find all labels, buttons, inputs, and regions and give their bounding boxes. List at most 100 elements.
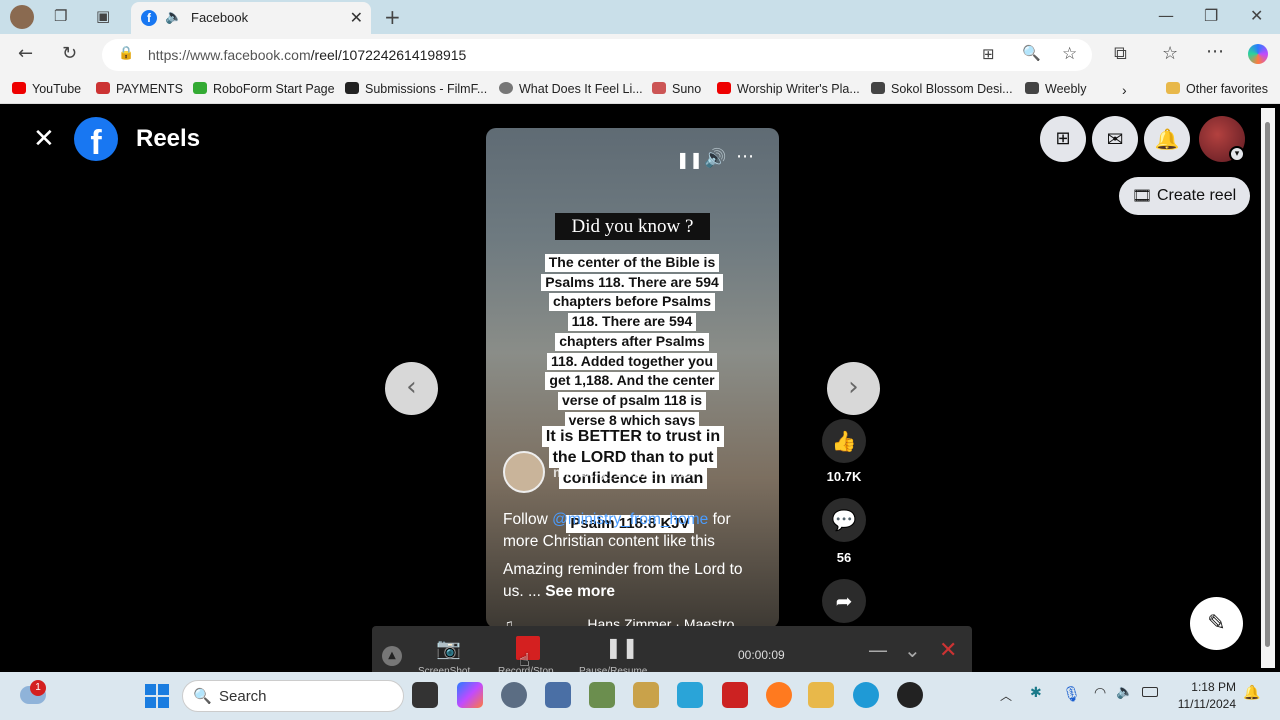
bookmark-youtube[interactable]: YouTube — [12, 82, 81, 96]
favorites-icon[interactable]: ☆ — [1162, 43, 1178, 64]
other-favorites[interactable]: Other favorites — [1166, 82, 1268, 96]
minimize-recorder-icon[interactable]: — — [868, 638, 888, 662]
close-recorder-icon[interactable]: ✕ — [939, 638, 957, 663]
notes-app-icon[interactable] — [545, 682, 571, 708]
bookmark-weebly[interactable]: Weebly — [1025, 82, 1086, 96]
clock-time[interactable]: 1:18 PM — [1172, 680, 1236, 694]
caption-line: chapters before Psalms — [549, 293, 715, 312]
compose-button[interactable]: ✎ — [1190, 597, 1243, 650]
extensions-icon[interactable]: ⧉ — [1114, 43, 1127, 64]
scrollbar-thumb[interactable] — [1265, 122, 1270, 647]
next-reel-button[interactable]: › — [827, 362, 880, 415]
profile-avatar[interactable] — [10, 5, 34, 29]
recording-timer: 00:00:09 — [738, 648, 785, 662]
like-button[interactable]: 👍 — [822, 419, 866, 463]
more-options-icon[interactable]: ⋯ — [736, 146, 754, 167]
collapse-up-icon[interactable]: ▲ — [382, 646, 402, 666]
search-icon: 🔍 — [193, 687, 212, 705]
close-reels-icon[interactable]: ✕ — [33, 124, 55, 154]
grammarly-icon[interactable] — [897, 682, 923, 708]
task-view-icon[interactable] — [412, 682, 438, 708]
facebook-favicon-icon: f — [141, 10, 157, 26]
minimize-icon[interactable]: — — [1158, 6, 1174, 25]
speaker-icon[interactable]: 🔈 — [165, 9, 182, 25]
camera-icon[interactable]: 📷 — [436, 636, 461, 660]
edge-browser-icon[interactable] — [853, 682, 879, 708]
author-name[interactable]: ministry_from_home — [553, 464, 691, 480]
copilot-icon[interactable] — [1248, 44, 1268, 64]
bookmark-sokol-blossom[interactable]: Sokol Blossom Desi... — [871, 82, 1013, 96]
account-chevron-icon[interactable]: ▾ — [1229, 146, 1245, 162]
messenger-icon[interactable]: ✉ — [1092, 116, 1138, 162]
reel-camera-icon: 🎞 — [1132, 188, 1153, 205]
refresh-icon[interactable]: ↻ — [62, 43, 77, 64]
volume-tray-icon[interactable]: 🔈 — [1116, 684, 1133, 700]
close-window-icon[interactable]: ✕ — [1250, 6, 1263, 25]
address-bar[interactable]: 🔒 https://www.facebook.com/reel/10722426… — [102, 39, 1092, 71]
suno-icon — [652, 82, 666, 94]
favorite-star-icon[interactable]: ☆ — [1062, 44, 1077, 64]
double-chevron-down-icon[interactable]: ⌄ — [904, 638, 921, 662]
taskbar: 1 🔍 Search ︿ ✱ 🎙 ◠ 🔈 1:18 PM 11/11/2024 … — [0, 672, 1280, 720]
url-domain: https://www.facebook.com — [148, 47, 311, 63]
like-count: 10.7K — [826, 469, 862, 484]
reel-video[interactable]: ❚❚ 🔊 ⋯ Did you know ? The center of the … — [486, 128, 779, 628]
pause-resume-icon[interactable]: ❚❚ — [605, 635, 639, 659]
bookmarks-bar: YouTube PAYMENTS RoboForm Start Page Sub… — [0, 76, 1280, 104]
notifications-bell-icon[interactable]: 🔔 — [1144, 116, 1190, 162]
tab-facebook[interactable]: f 🔈 Facebook ✕ — [131, 2, 371, 34]
previous-reel-button[interactable]: ‹ — [385, 362, 438, 415]
scrollbar[interactable] — [1261, 108, 1275, 668]
settings-gear-icon[interactable] — [501, 682, 527, 708]
notification-bell-icon[interactable]: 🔔 — [1243, 685, 1260, 701]
tab-actions-icon[interactable]: ▣ — [96, 7, 110, 25]
remote-desktop-icon[interactable] — [677, 682, 703, 708]
new-tab-icon[interactable]: + — [384, 5, 401, 29]
show-hidden-icons-chevron-icon[interactable]: ︿ — [1000, 687, 1012, 704]
menu-grid-icon[interactable]: ⊞ — [1040, 116, 1086, 162]
create-reel-button[interactable]: 🎞 Create reel — [1119, 177, 1250, 215]
pause-icon[interactable]: ❚❚ — [676, 150, 703, 169]
share-button[interactable]: ➦ — [822, 579, 866, 623]
bookmark-roboform[interactable]: RoboForm Start Page — [193, 82, 335, 96]
bookmark-suno[interactable]: Suno — [652, 82, 701, 96]
chevron-right-icon: › — [848, 372, 859, 402]
lock-icon[interactable]: 🔒 — [118, 46, 134, 61]
facebook-logo-icon[interactable]: f — [74, 117, 118, 161]
start-windows-icon[interactable] — [145, 684, 169, 708]
bookmark-payments[interactable]: PAYMENTS — [96, 82, 183, 96]
paint-app-icon[interactable] — [633, 682, 659, 708]
bookmark-worship-writer[interactable]: Worship Writer's Pla... — [717, 82, 860, 96]
bookmark-submissions[interactable]: Submissions - FilmF... — [345, 82, 487, 96]
author-avatar[interactable] — [503, 451, 545, 493]
wifi-icon[interactable]: ◠ — [1094, 685, 1106, 701]
zoom-icon[interactable]: 🔍 — [1022, 44, 1041, 62]
reel-description-2: Amazing reminder from the Lord to us. ..… — [503, 561, 743, 600]
copilot-app-icon[interactable] — [457, 682, 483, 708]
microphone-icon[interactable]: 🎙 — [1062, 685, 1081, 703]
youtube-icon — [12, 82, 26, 94]
app-available-icon[interactable]: ⊞ — [982, 45, 995, 63]
volume-icon[interactable]: 🔊 — [704, 148, 726, 169]
edit-icon: ✎ — [1207, 611, 1226, 636]
close-tab-icon[interactable]: ✕ — [350, 8, 363, 27]
firefox-icon[interactable] — [766, 682, 792, 708]
more-bookmarks-chevron-icon[interactable]: › — [1122, 82, 1127, 98]
filmfreeway-icon — [345, 82, 359, 94]
battery-icon[interactable] — [1142, 687, 1158, 697]
clock-date[interactable]: 11/11/2024 — [1164, 697, 1236, 711]
see-more-link[interactable]: See more — [545, 583, 615, 600]
comment-button[interactable]: 💬 — [822, 498, 866, 542]
tray-app-icon[interactable]: ✱ — [1030, 685, 1042, 701]
author-handle-link[interactable]: @ministry_from_home — [552, 511, 708, 528]
bookmark-what-does-it-feel[interactable]: What Does It Feel Li... — [499, 82, 643, 96]
photos-app-icon[interactable] — [589, 682, 615, 708]
back-icon[interactable]: ← — [18, 43, 33, 64]
file-explorer-icon[interactable] — [808, 682, 834, 708]
more-menu-icon[interactable]: ⋯ — [1206, 41, 1224, 62]
taskbar-search[interactable]: 🔍 Search — [182, 680, 404, 712]
recorder-app-icon[interactable] — [722, 682, 748, 708]
restore-icon[interactable]: ❐ — [1204, 6, 1218, 25]
url-path: /reel/1072242614198915 — [310, 47, 467, 63]
workspaces-icon[interactable]: ❐ — [54, 7, 67, 25]
